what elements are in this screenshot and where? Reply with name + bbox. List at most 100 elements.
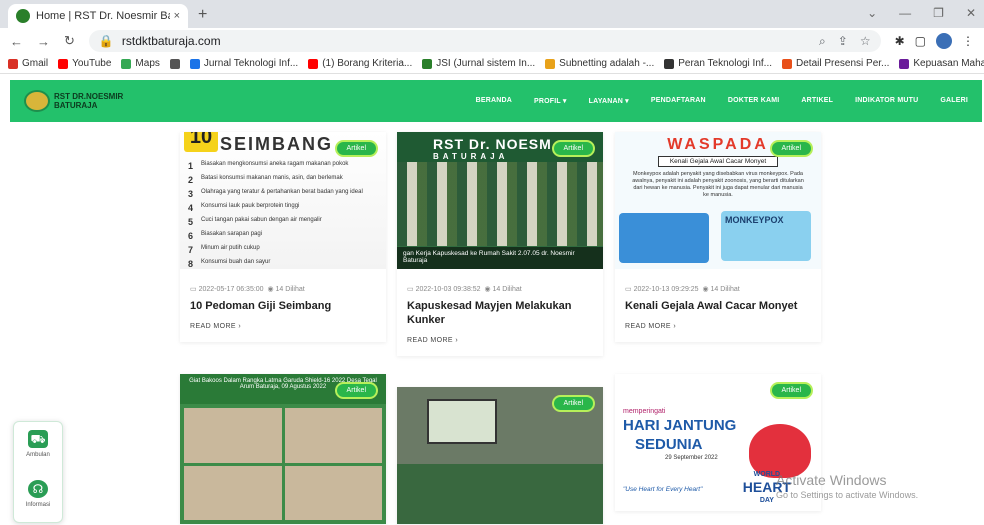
bookmark-item[interactable] — [169, 58, 180, 69]
thumb-number: 10 — [184, 132, 218, 152]
nav-dokter-kami[interactable]: DOKTER KAMI — [728, 97, 780, 105]
article-meta: ▭ 2022-05-17 06:35:00 ◉ 14 Dilihat — [180, 269, 386, 293]
logo-line1: RST DR.NOESMIR — [54, 92, 124, 101]
logo-line2: BATURAJA — [54, 101, 98, 110]
article-thumbnail[interactable]: 10 SEIMBANG 1 Biasakan mengkonsumsi aneka… — [180, 132, 386, 269]
tab-close-icon[interactable]: × — [174, 10, 180, 22]
read-more-link[interactable]: READ MORE › — [615, 313, 821, 342]
list-item: 6 Biasakan sarapan pagi — [188, 231, 263, 241]
new-tab-button[interactable]: + — [198, 6, 207, 24]
article-title[interactable]: 10 Pedoman Giji Seimbang — [180, 293, 386, 313]
article-card[interactable]: 10 SEIMBANG 1 Biasakan mengkonsumsi aneka… — [180, 132, 386, 342]
article-card[interactable]: Giat Bakoos Dalam Rangka Latma Garuda Sh… — [180, 374, 386, 524]
list-item: 1 Biasakan mengkonsumsi aneka ragam makan… — [188, 161, 349, 171]
bookmark-label: Maps — [135, 58, 160, 69]
article-thumbnail[interactable]: WASPADA Kenali Gejala Awal Cacar Monyet … — [615, 132, 821, 269]
nav-galeri[interactable]: GALERI — [940, 97, 968, 105]
article-date: 2022-10-03 09:38:52 — [415, 286, 481, 293]
article-title[interactable]: Kapuskesad Mayjen Melakukan Kunker — [397, 293, 603, 327]
bookmark-item[interactable]: Gmail — [8, 58, 48, 69]
bookmark-item[interactable]: JSI (Jurnal sistem In... — [422, 58, 535, 69]
chevron-down-icon[interactable]: ⌄ — [867, 6, 877, 20]
nav-indikator-mutu[interactable]: INDIKATOR MUTU — [855, 97, 918, 105]
article-thumbnail[interactable]: Giat Bakoos Dalam Rangka Latma Garuda Sh… — [180, 374, 386, 524]
list-item: 8 Konsumsi buah dan sayur — [188, 259, 271, 269]
extensions-icon[interactable]: ✱ — [895, 34, 905, 48]
bookmark-item[interactable]: YouTube — [58, 58, 111, 69]
category-badge[interactable]: Artikel — [334, 382, 378, 399]
nav-pendaftaran[interactable]: PENDAFTARAN — [651, 97, 706, 105]
nav-layanan[interactable]: LAYANAN ▾ — [589, 97, 629, 105]
url-omnibox[interactable]: 🔒 rstdktbaturaja.com ⌕ ⇪ ☆ — [88, 30, 881, 52]
search-icon[interactable]: ⌕ — [819, 34, 826, 49]
eye-icon: ◉ — [484, 286, 491, 293]
bookmark-favicon-icon — [169, 58, 180, 69]
menu-icon[interactable]: ⋮ — [962, 34, 974, 48]
bookmark-label: Detail Presensi Per... — [796, 58, 890, 69]
bookmark-item[interactable]: Kepuasan Mahasis... — [899, 58, 984, 69]
calendar-icon: ▭ — [407, 286, 414, 293]
browser-tab[interactable]: Home | RST Dr. Noesmir Baturaja × — [8, 4, 188, 28]
bookmark-item[interactable]: Jurnal Teknologi Inf... — [189, 58, 298, 69]
bookmark-label: JSI (Jurnal sistem In... — [436, 58, 536, 69]
nav-artikel[interactable]: ARTIKEL — [801, 97, 833, 105]
star-icon[interactable]: ☆ — [860, 34, 871, 49]
category-badge[interactable]: Artikel — [551, 140, 595, 157]
information-button[interactable]: ☊ Informasi — [14, 472, 62, 522]
bookmark-favicon-icon — [422, 58, 433, 69]
bookmark-favicon-icon — [664, 58, 675, 69]
article-card[interactable]: RST Dr. NOESM BATURAJA gan Kerja Kapuske… — [397, 132, 603, 356]
ambulance-label: Ambulan — [26, 452, 50, 458]
article-thumbnail[interactable]: Artikel — [397, 387, 603, 524]
back-arrow-icon[interactable]: ← — [10, 34, 23, 49]
bookmarks-bar: Gmail YouTube Maps Jurnal Teknologi Inf... (… — [0, 54, 984, 74]
article-card[interactable]: WASPADA Kenali Gejala Awal Cacar Monyet … — [615, 132, 821, 342]
bookmark-label: Peran Teknologi Inf... — [678, 58, 773, 69]
article-card[interactable]: Artikel — [397, 387, 603, 524]
profile-avatar[interactable] — [936, 33, 952, 49]
read-more-link[interactable]: READ MORE › — [397, 327, 603, 356]
forward-arrow-icon[interactable]: → — [37, 34, 50, 49]
site-logo[interactable]: RST DR.NOESMIR BATURAJA — [24, 90, 123, 112]
watermark-line1: Activate Windows — [776, 472, 887, 488]
list-item: 3 Olahraga yang teratur & pertahankan ber… — [188, 189, 363, 199]
article-title[interactable]: Kenali Gejala Awal Cacar Monyet — [615, 293, 821, 313]
bookmark-item[interactable]: (1) Borang Kriteria... — [308, 58, 412, 69]
article-views: 14 Dilihat — [275, 286, 305, 293]
restore-button[interactable]: ❐ — [933, 6, 944, 20]
nav-profil[interactable]: PROFIL ▾ — [534, 97, 567, 105]
list-item: 5 Cuci tangan pakai sabun dengan air meng… — [188, 217, 322, 227]
monkeypox-label: MONKEYPOX — [721, 211, 811, 261]
url-text[interactable]: rstdktbaturaja.com — [122, 34, 221, 48]
article-thumbnail[interactable]: RST Dr. NOESM BATURAJA gan Kerja Kapuske… — [397, 132, 603, 269]
photo-collage — [184, 408, 382, 520]
ambulance-button[interactable]: ⛟ Ambulan — [14, 422, 62, 472]
emblem-icon — [24, 90, 50, 112]
article-date: 2022-10-13 09:29:25 — [633, 286, 699, 293]
info-panel — [619, 213, 709, 263]
read-more-link[interactable]: READ MORE › — [180, 313, 386, 342]
article-grid: 10 SEIMBANG 1 Biasakan mengkonsumsi aneka… — [0, 122, 984, 525]
thumb-caption: gan Kerja Kapuskesad ke Rumah Sakit 2.07… — [397, 247, 603, 269]
category-badge[interactable]: Artikel — [769, 140, 813, 157]
close-window-button[interactable]: ✕ — [966, 6, 976, 20]
bookmark-label: (1) Borang Kriteria... — [322, 58, 413, 69]
minimize-button[interactable]: — — [899, 6, 911, 20]
bookmark-item[interactable]: Detail Presensi Per... — [782, 58, 889, 69]
group-photo — [397, 162, 603, 246]
sidepanel-icon[interactable]: ▢ — [915, 34, 926, 48]
address-bar-row: ← → ↻ 🔒 rstdktbaturaja.com ⌕ ⇪ ☆ ✱ ▢ ⋮ — [0, 28, 984, 54]
bookmark-item[interactable]: Peran Teknologi Inf... — [664, 58, 772, 69]
floating-quick-actions: ⛟ Ambulan ☊ Informasi — [13, 421, 63, 523]
eye-icon: ◉ — [267, 286, 274, 293]
nav-beranda[interactable]: BERANDA — [476, 97, 512, 105]
article-views: 14 Dilihat — [710, 286, 740, 293]
thumb-list: 1 Biasakan mengkonsumsi aneka ragam makan… — [180, 155, 386, 269]
bookmark-item[interactable]: Subnetting adalah -... — [545, 58, 654, 69]
category-badge[interactable]: Artikel — [334, 140, 378, 157]
share-icon[interactable]: ⇪ — [838, 34, 848, 49]
bookmark-item[interactable]: Maps — [121, 58, 160, 69]
category-badge[interactable]: Artikel — [769, 382, 813, 399]
category-badge[interactable]: Artikel — [551, 395, 595, 412]
reload-icon[interactable]: ↻ — [64, 33, 75, 49]
